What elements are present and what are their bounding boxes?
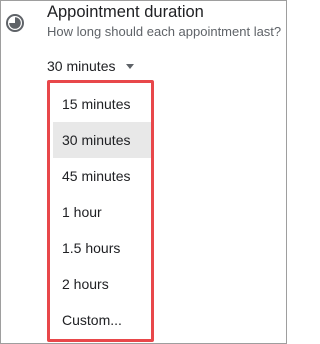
clock-icon	[4, 12, 26, 34]
screenshot-frame: Appointment duration How long should eac…	[0, 0, 287, 344]
menu-item-2-hours[interactable]: 2 hours	[53, 266, 151, 302]
menu-item-label: 1.5 hours	[62, 240, 121, 256]
menu-item-label: 2 hours	[62, 276, 109, 292]
duration-select-value: 30 minutes	[47, 58, 116, 74]
menu-item-label: 15 minutes	[62, 96, 131, 112]
menu-item-label: 30 minutes	[62, 132, 131, 148]
menu-item-45-minutes[interactable]: 45 minutes	[53, 158, 151, 194]
menu-item-1-5-hours[interactable]: 1.5 hours	[53, 230, 151, 266]
duration-menu: 15 minutes 30 minutes 45 minutes 1 hour …	[47, 80, 154, 342]
menu-item-label: 1 hour	[62, 204, 102, 220]
menu-item-15-minutes[interactable]: 15 minutes	[53, 86, 151, 122]
menu-item-label: 45 minutes	[62, 168, 131, 184]
section-title: Appointment duration	[47, 3, 204, 21]
menu-item-custom[interactable]: Custom...	[53, 302, 151, 338]
menu-item-1-hour[interactable]: 1 hour	[53, 194, 151, 230]
menu-item-30-minutes[interactable]: 30 minutes	[53, 122, 151, 158]
menu-item-label: Custom...	[62, 312, 122, 328]
section-subtitle: How long should each appointment last?	[47, 24, 282, 39]
duration-select[interactable]: 30 minutes	[47, 56, 135, 76]
caret-down-icon	[126, 63, 135, 69]
